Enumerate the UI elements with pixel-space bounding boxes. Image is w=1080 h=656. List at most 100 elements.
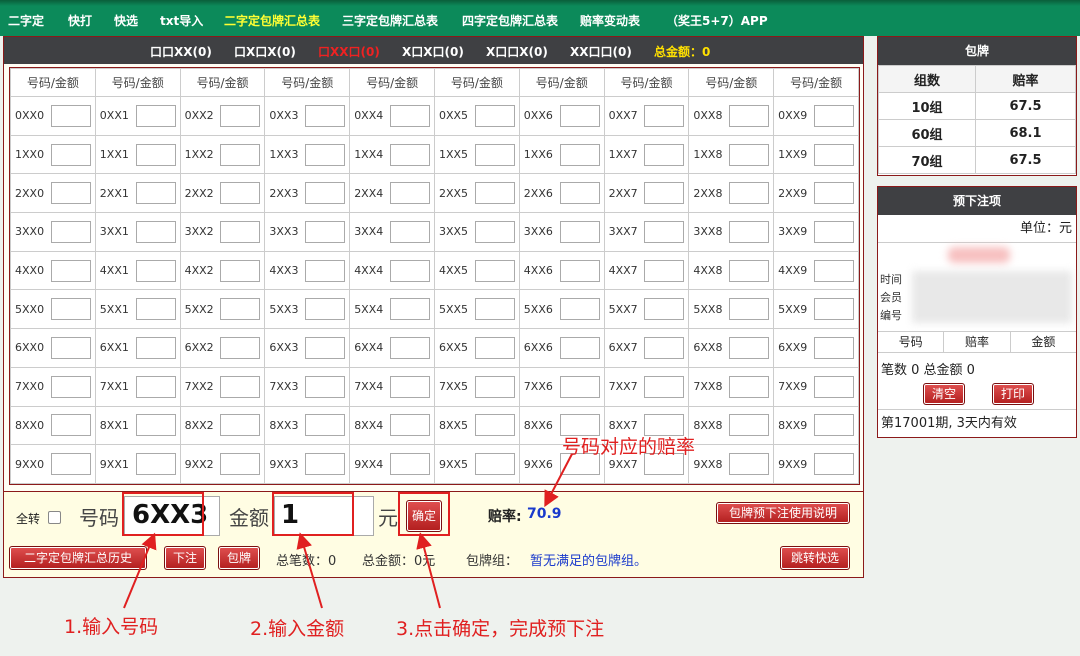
amount-cell-input[interactable] <box>729 414 770 437</box>
amount-cell-input[interactable] <box>220 375 261 398</box>
amount-cell-input[interactable] <box>135 259 176 282</box>
amount-cell-input[interactable] <box>559 298 600 321</box>
print-button[interactable]: 打印 <box>992 383 1034 405</box>
amount-cell-input[interactable] <box>814 298 854 321</box>
amount-cell-input[interactable] <box>50 220 91 243</box>
amount-cell-input[interactable] <box>814 220 854 243</box>
amount-cell-input[interactable] <box>50 298 91 321</box>
amount-cell-input[interactable] <box>814 143 854 166</box>
category-tab-0[interactable]: 口口XX(0) <box>150 43 212 60</box>
amount-cell-input[interactable] <box>644 336 685 359</box>
amount-cell-input[interactable] <box>389 298 430 321</box>
amount-cell-input[interactable] <box>729 143 770 166</box>
amount-cell-input[interactable] <box>644 375 685 398</box>
amount-cell-input[interactable] <box>729 182 770 205</box>
amount-cell-input[interactable] <box>305 220 346 243</box>
category-tab-2[interactable]: 口XX口(0) <box>318 43 380 60</box>
amount-cell-input[interactable] <box>474 104 515 127</box>
amount-cell-input[interactable] <box>50 414 91 437</box>
amount-cell-input[interactable] <box>305 453 346 476</box>
amount-cell-input[interactable] <box>559 336 600 359</box>
nav-item-5[interactable]: 三字定包牌汇总表 <box>342 12 438 29</box>
amount-cell-input[interactable] <box>305 414 346 437</box>
amount-cell-input[interactable] <box>220 143 261 166</box>
amount-cell-input[interactable] <box>220 182 261 205</box>
amount-cell-input[interactable] <box>220 259 261 282</box>
amount-cell-input[interactable] <box>729 104 770 127</box>
amount-cell-input[interactable] <box>644 182 685 205</box>
nav-item-7[interactable]: 赔率变动表 <box>580 12 640 29</box>
amount-cell-input[interactable] <box>50 453 91 476</box>
amount-cell-input[interactable] <box>220 104 261 127</box>
amount-cell-input[interactable] <box>389 143 430 166</box>
amount-cell-input[interactable] <box>389 336 430 359</box>
nav-item-8[interactable]: （奖王5+7）APP <box>666 12 768 29</box>
nav-item-1[interactable]: 快打 <box>68 12 92 29</box>
amount-cell-input[interactable] <box>305 336 346 359</box>
amount-cell-input[interactable] <box>305 259 346 282</box>
category-tab-4[interactable]: X口口X(0) <box>486 43 548 60</box>
amount-cell-input[interactable] <box>220 453 261 476</box>
amount-cell-input[interactable] <box>814 259 854 282</box>
category-tab-5[interactable]: XX口口(0) <box>570 43 632 60</box>
amount-cell-input[interactable] <box>729 375 770 398</box>
amount-cell-input[interactable] <box>559 375 600 398</box>
amount-cell-input[interactable] <box>814 453 854 476</box>
history-button[interactable]: 二字定包牌汇总历史 <box>9 546 147 570</box>
amount-cell-input[interactable] <box>559 104 600 127</box>
amount-cell-input[interactable] <box>220 220 261 243</box>
amount-cell-input[interactable] <box>305 104 346 127</box>
nav-item-3[interactable]: txt导入 <box>160 12 203 29</box>
amount-cell-input[interactable] <box>474 414 515 437</box>
amount-cell-input[interactable] <box>814 182 854 205</box>
nav-item-0[interactable]: 二字定 <box>8 12 44 29</box>
amount-cell-input[interactable] <box>644 143 685 166</box>
nav-item-2[interactable]: 快选 <box>114 12 138 29</box>
amount-cell-input[interactable] <box>474 220 515 243</box>
amount-cell-input[interactable] <box>135 143 176 166</box>
amount-cell-input[interactable] <box>559 220 600 243</box>
amount-cell-input[interactable] <box>220 298 261 321</box>
amount-cell-input[interactable] <box>135 414 176 437</box>
amount-cell-input[interactable] <box>474 143 515 166</box>
amount-cell-input[interactable] <box>50 143 91 166</box>
amount-cell-input[interactable] <box>135 375 176 398</box>
amount-cell-input[interactable] <box>814 414 854 437</box>
amount-cell-input[interactable] <box>305 143 346 166</box>
jump-quick-select-button[interactable]: 跳转快选 <box>780 546 850 570</box>
amount-cell-input[interactable] <box>135 298 176 321</box>
amount-cell-input[interactable] <box>559 259 600 282</box>
select-all-checkbox[interactable] <box>48 511 61 524</box>
nav-item-6[interactable]: 四字定包牌汇总表 <box>462 12 558 29</box>
amount-cell-input[interactable] <box>389 453 430 476</box>
amount-cell-input[interactable] <box>729 298 770 321</box>
amount-cell-input[interactable] <box>559 182 600 205</box>
amount-cell-input[interactable] <box>644 220 685 243</box>
amount-cell-input[interactable] <box>50 182 91 205</box>
amount-cell-input[interactable] <box>644 259 685 282</box>
amount-cell-input[interactable] <box>474 259 515 282</box>
amount-cell-input[interactable] <box>135 182 176 205</box>
amount-cell-input[interactable] <box>474 298 515 321</box>
package-button[interactable]: 包牌 <box>218 546 260 570</box>
amount-cell-input[interactable] <box>814 375 854 398</box>
amount-cell-input[interactable] <box>389 375 430 398</box>
amount-cell-input[interactable] <box>729 336 770 359</box>
help-button[interactable]: 包牌预下注使用说明 <box>716 502 850 524</box>
amount-cell-input[interactable] <box>135 104 176 127</box>
amount-cell-input[interactable] <box>729 220 770 243</box>
amount-cell-input[interactable] <box>474 453 515 476</box>
amount-cell-input[interactable] <box>389 414 430 437</box>
category-tab-1[interactable]: 口X口X(0) <box>234 43 296 60</box>
nav-item-4[interactable]: 二字定包牌汇总表 <box>224 12 320 29</box>
amount-cell-input[interactable] <box>814 336 854 359</box>
amount-cell-input[interactable] <box>220 336 261 359</box>
amount-cell-input[interactable] <box>474 375 515 398</box>
bet-button[interactable]: 下注 <box>164 546 206 570</box>
amount-cell-input[interactable] <box>389 182 430 205</box>
amount-cell-input[interactable] <box>50 104 91 127</box>
amount-cell-input[interactable] <box>50 259 91 282</box>
amount-cell-input[interactable] <box>729 453 770 476</box>
amount-cell-input[interactable] <box>729 259 770 282</box>
amount-cell-input[interactable] <box>644 104 685 127</box>
